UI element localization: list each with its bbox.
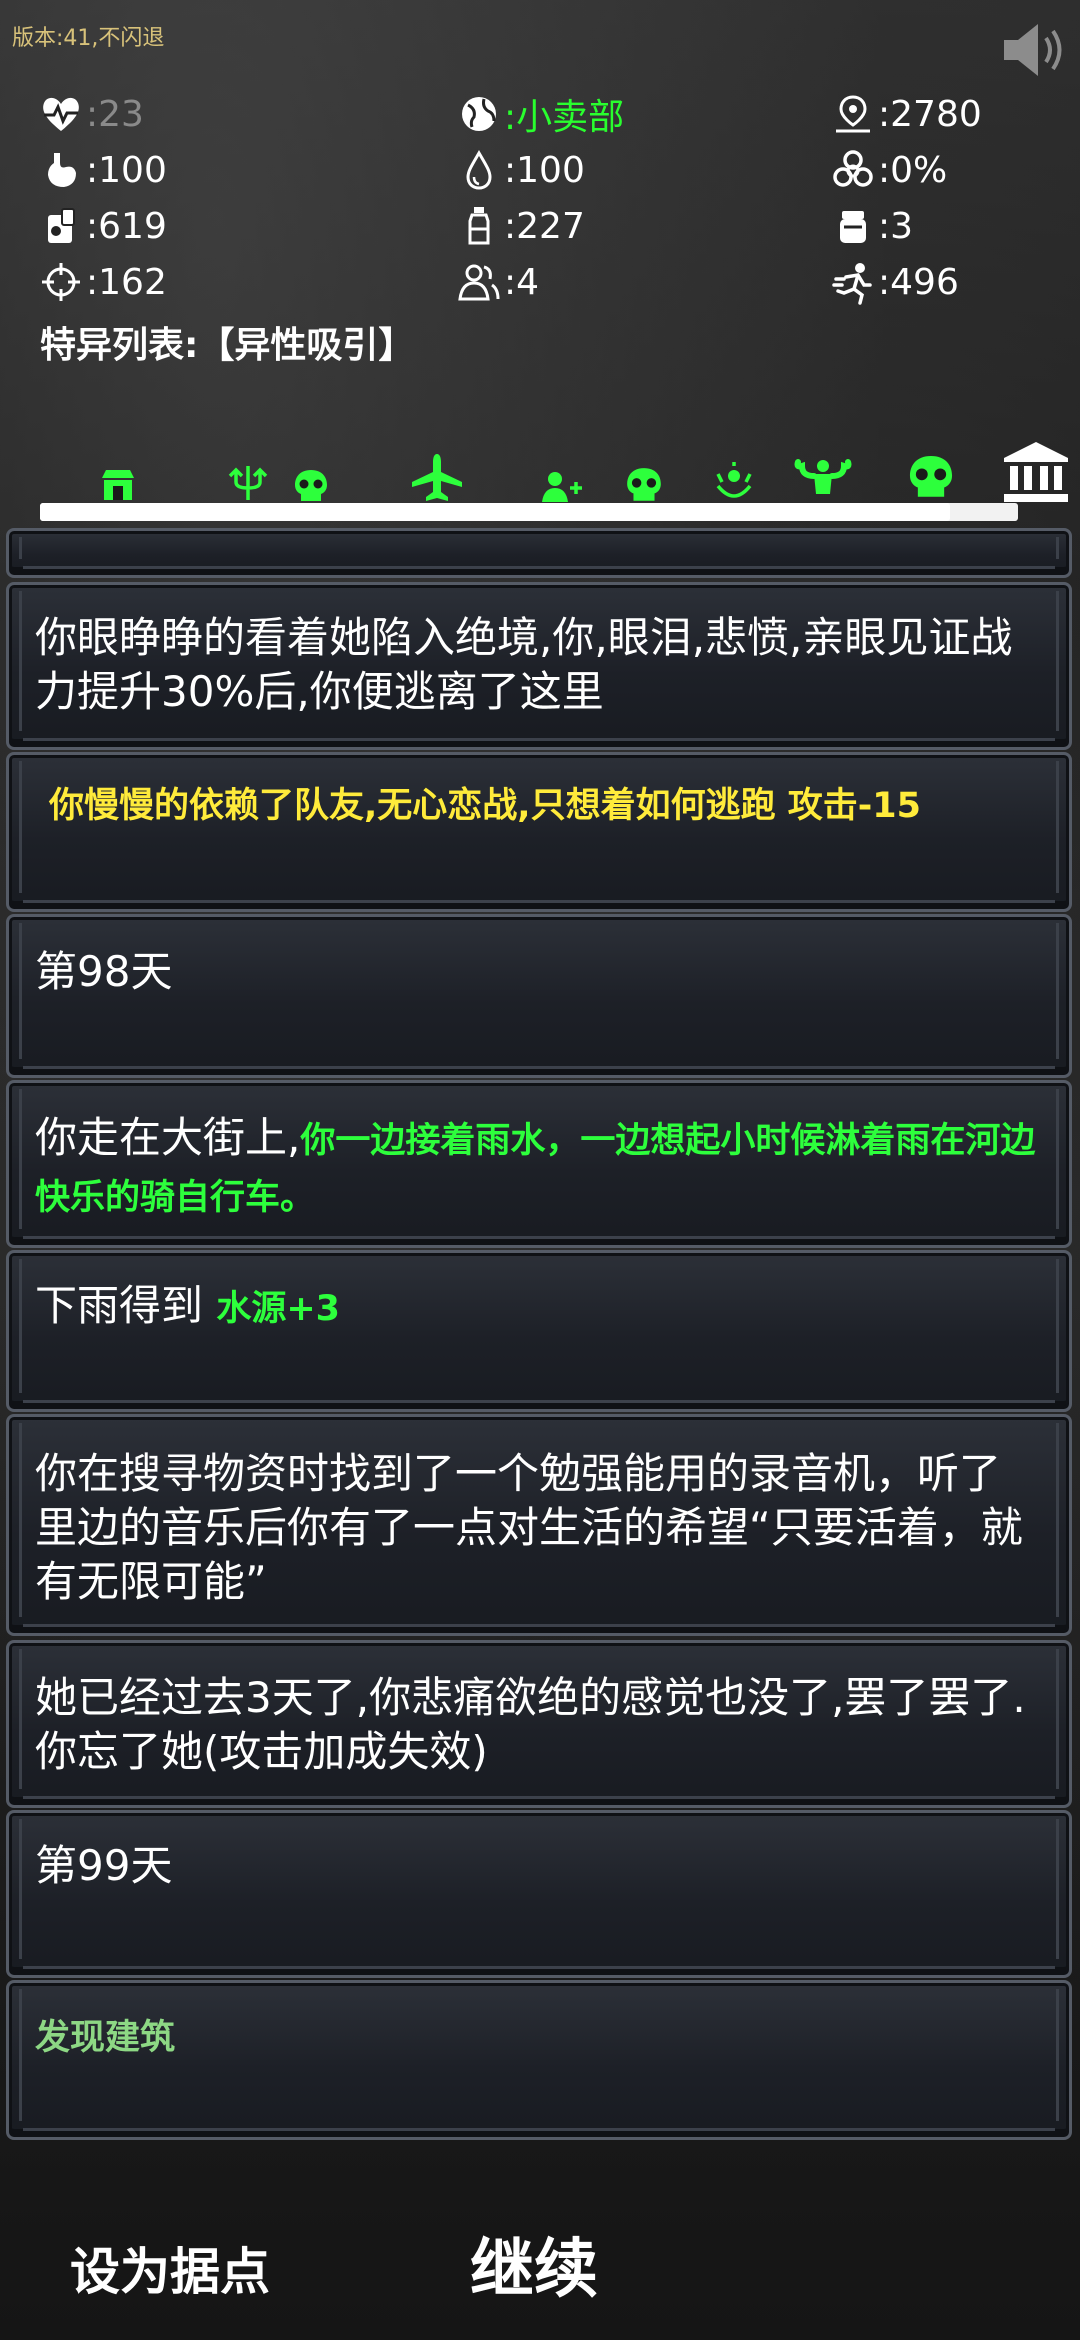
- trident-icon: [228, 466, 268, 500]
- running-man-icon: [832, 263, 872, 305]
- attack-value: :162: [86, 261, 167, 303]
- item3-value: :3: [878, 205, 914, 247]
- location-value: :小卖部: [504, 97, 625, 138]
- mutation-icon: [716, 462, 752, 498]
- log-entry-warning: 你慢慢的依赖了队友,无心恋战,只想着如何逃跑 攻击-15: [49, 786, 922, 826]
- people-icon: [458, 264, 500, 301]
- log-entry: 第98天: [6, 914, 1072, 1078]
- log-entry: 你眼睁睁的看着她陷入绝境,你,眼泪,悲愤,亲眼见证战力提升30%后,你便逃离了这…: [6, 582, 1072, 750]
- log-entry-text: 你眼睁睁的看着她陷入绝境,你,眼泪,悲愤,亲眼见证战力提升30%后,你便逃离了这…: [35, 613, 1013, 716]
- day-label: 第98天: [35, 947, 173, 996]
- globe-icon: [462, 97, 496, 131]
- skull-icon: [627, 468, 661, 501]
- traits-list: 特异列表:【异性吸引】: [40, 325, 415, 366]
- health-value: :23: [86, 93, 144, 135]
- infection-stat: :0%: [830, 144, 947, 196]
- location-stat: :小卖部: [456, 88, 624, 140]
- airplane-icon: [412, 454, 462, 501]
- team-value: :4: [504, 261, 540, 303]
- log-entry-text: 你走在大街上,你一边接着雨水，一边想起小时候淋着雨在河边快乐的骑自行车。: [35, 1111, 1039, 1225]
- log-entry-text: 她已经过去3天了,你悲痛欲绝的感觉也没了,罢了罢了.你忘了她(攻击加成失效): [35, 1673, 1026, 1776]
- log-entry: 你在搜寻物资时找到了一个勉强能用的录音机，听了里边的音乐后你有了一点对生活的希望…: [6, 1414, 1072, 1636]
- log-entry: 第99天: [6, 1810, 1072, 1978]
- bank-icon: [1004, 442, 1068, 502]
- speed-value: :496: [878, 261, 959, 303]
- add-person-icon: [542, 472, 582, 502]
- journey-progress-fill: [40, 503, 950, 521]
- water-drop-icon: [466, 150, 492, 190]
- thirst-stat: :100: [456, 144, 585, 196]
- team-stat: :4: [456, 256, 539, 308]
- log-entry-text: 你在搜寻物资时找到了一个勉强能用的录音机，听了里边的音乐后你有了一点对生活的希望…: [35, 1449, 1023, 1606]
- log-entry: 她已经过去3天了,你悲痛欲绝的感觉也没了,罢了罢了.你忘了她(攻击加成失效): [6, 1640, 1072, 1808]
- water-gain-label: 水源+3: [216, 1289, 341, 1329]
- log-entry: 你慢慢的依赖了队友,无心恋战,只想着如何逃跑 攻击-15: [6, 752, 1072, 912]
- crosshair-icon: [42, 263, 80, 301]
- set-base-button[interactable]: 设为据点: [70, 2232, 270, 2304]
- log-entry-text: 下雨得到 水源+3: [35, 1279, 1039, 1336]
- continue-button[interactable]: 继续: [470, 2218, 598, 2310]
- skull-icon: [909, 455, 953, 497]
- shop-icon: [102, 470, 134, 500]
- hunger-value: :100: [86, 149, 167, 191]
- biohazard-icon: [833, 150, 873, 187]
- log-entry-prefix: 下雨得到: [35, 1281, 217, 1330]
- food-can-icon: [48, 208, 75, 243]
- log-entry: 发现建筑: [6, 1980, 1072, 2140]
- hunger-stat: :100: [38, 144, 167, 196]
- health-stat: :23: [38, 88, 144, 140]
- speaker-icon[interactable]: [998, 18, 1070, 82]
- food-value: :619: [86, 205, 167, 247]
- thirst-value: :100: [504, 149, 585, 191]
- version-label: 版本:41,不闪退: [12, 26, 165, 51]
- strongman-icon: [794, 459, 852, 494]
- water-bottle-icon: [468, 207, 490, 245]
- item3-stat: :3: [830, 200, 913, 252]
- jar-icon: [840, 211, 866, 243]
- distance-stat: :2780: [830, 88, 982, 140]
- speed-stat: :496: [830, 256, 959, 308]
- distance-value: :2780: [878, 93, 982, 135]
- log-entry: 下雨得到 水源+3: [6, 1250, 1072, 1412]
- stomach-icon: [48, 153, 76, 187]
- discover-building-text: 发现建筑: [35, 2018, 176, 2058]
- water-stat: :227: [456, 200, 585, 252]
- log-entry: 你走在大街上,你一边接着雨水，一边想起小时候淋着雨在河边快乐的骑自行车。: [6, 1080, 1072, 1248]
- map-pin-icon: [836, 95, 870, 133]
- attack-stat: :162: [38, 256, 167, 308]
- journey-progress-track: [40, 503, 1018, 521]
- skull-icon: [295, 470, 327, 501]
- infection-value: :0%: [878, 149, 948, 191]
- log-panel-partial: [6, 528, 1072, 578]
- water-value: :227: [504, 205, 585, 247]
- heart-pulse-icon: [43, 97, 79, 131]
- log-entry-prefix: 你走在大街上,: [35, 1113, 301, 1162]
- day-label: 第99天: [35, 1841, 173, 1890]
- food-stat: :619: [38, 200, 167, 252]
